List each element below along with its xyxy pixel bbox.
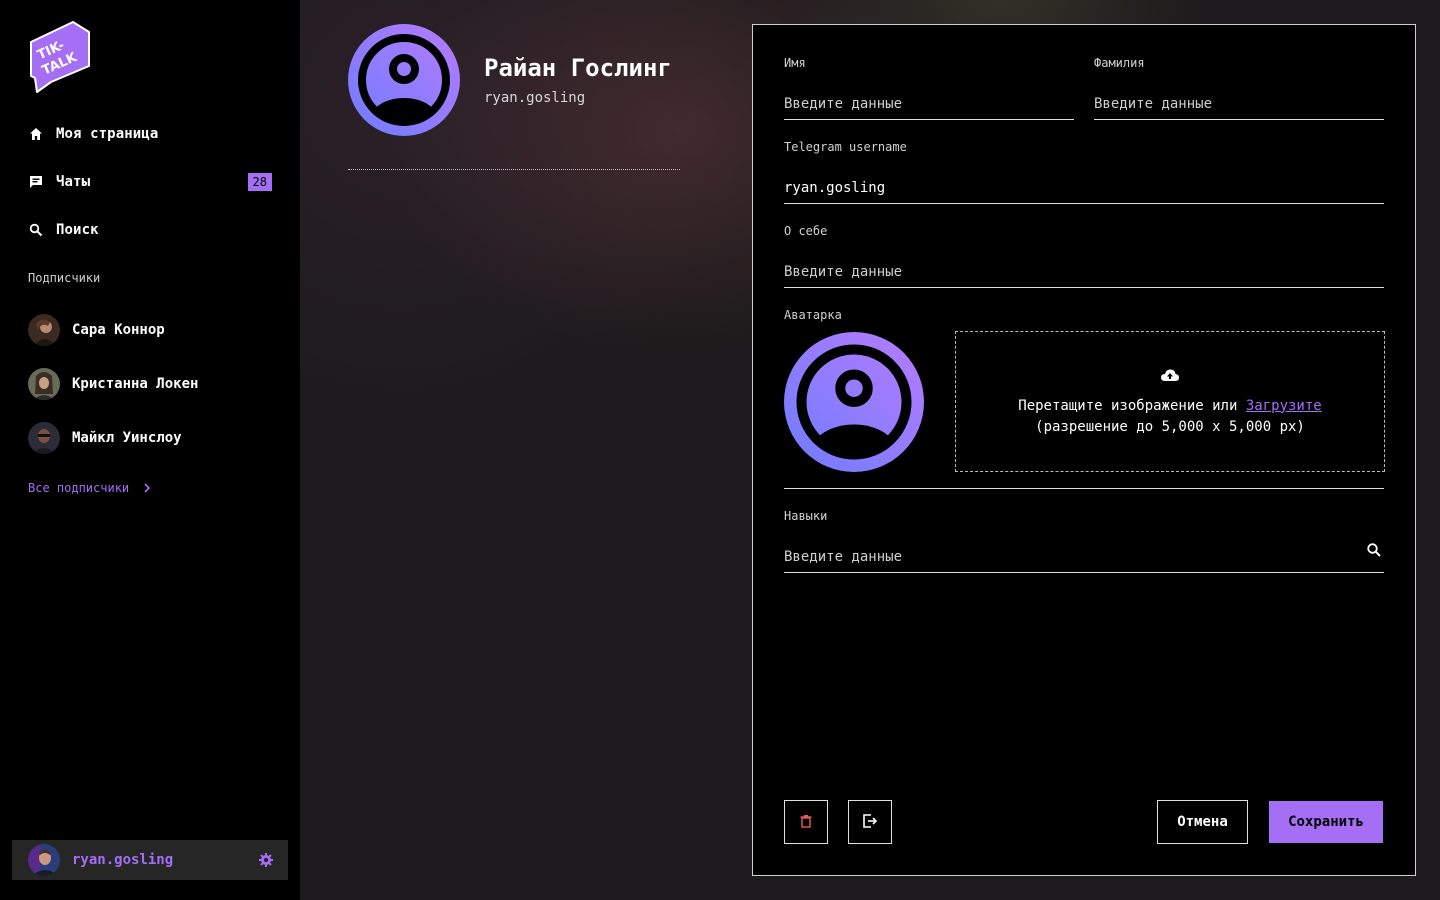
gear-icon[interactable] [258,852,274,868]
nav-search-label: Поиск [56,222,99,238]
about-field[interactable] [784,256,1384,288]
nav-my-page[interactable]: Моя страница [28,122,272,146]
all-subscribers-link[interactable]: Все подписчики [28,481,153,495]
avatar [28,422,60,454]
all-subscribers-label: Все подписчики [28,481,130,495]
subscriber-item[interactable]: Сара Коннор [28,314,165,346]
chats-count-badge: 28 [247,173,272,191]
trash-icon [799,814,813,831]
profile-avatar [348,24,460,136]
logout-icon [862,813,878,832]
avatar-dropzone[interactable]: Перетащите изображение или Загрузите (ра… [955,331,1385,472]
avatar [28,844,60,876]
nav-search[interactable]: Поиск [28,218,272,242]
subscriber-item[interactable]: Майкл Уинслоу [28,422,182,454]
search-icon[interactable] [1366,542,1382,558]
avatar-label: Аватарка [784,308,842,322]
last-name-field[interactable] [1094,88,1384,120]
avatar-preview [784,332,924,472]
profile-username: ryan.gosling [484,90,586,106]
skills-label: Навыки [784,509,828,523]
sidebar: TIK- TALK Моя страница Чаты 28 Поиск Под… [0,0,300,900]
current-user-card[interactable]: ryan.gosling [12,840,288,880]
skills-field[interactable] [784,541,1384,573]
first-name-label: Имя [784,56,806,70]
tik-talk-logo[interactable]: TIK- TALK [27,20,91,94]
last-name-label: Фамилия [1094,56,1145,70]
profile-name: Райан Гослинг [484,54,672,82]
logout-button[interactable] [848,800,892,844]
avatar [28,368,60,400]
nav-my-page-label: Моя страница [56,126,159,142]
current-username: ryan.gosling [72,852,174,868]
telegram-username-field[interactable] [784,172,1384,204]
first-name-field[interactable] [784,88,1074,120]
save-button[interactable]: Сохранить [1269,801,1383,843]
subscriber-name: Майкл Уинслоу [72,430,182,446]
dropzone-text-line: Перетащите изображение или Загрузите [1018,396,1321,417]
telegram-label: Telegram username [784,140,907,154]
chat-icon [28,174,44,190]
subscriber-name: Кристанна Локен [72,376,199,392]
subscriber-name: Сара Коннор [72,322,165,338]
home-icon [28,126,44,142]
dropzone-text: Перетащите изображение или [1018,397,1238,414]
cloud-upload-icon [1160,366,1180,386]
delete-account-button[interactable] [784,800,828,844]
nav-chats-label: Чаты [56,174,91,190]
upload-link[interactable]: Загрузите [1246,398,1322,414]
search-icon [28,222,44,238]
subscribers-heading: Подписчики [28,271,101,285]
nav-chats[interactable]: Чаты 28 [28,170,272,194]
about-label: О себе [784,224,828,238]
chevron-right-icon [141,482,153,494]
cancel-button[interactable]: Отмена [1157,800,1248,844]
avatar-divider [784,488,1384,489]
subscriber-item[interactable]: Кристанна Локен [28,368,198,400]
avatar [28,314,60,346]
resolution-note: (разрешение до 5,000 x 5,000 px) [1035,418,1305,435]
profile-divider [348,169,680,170]
